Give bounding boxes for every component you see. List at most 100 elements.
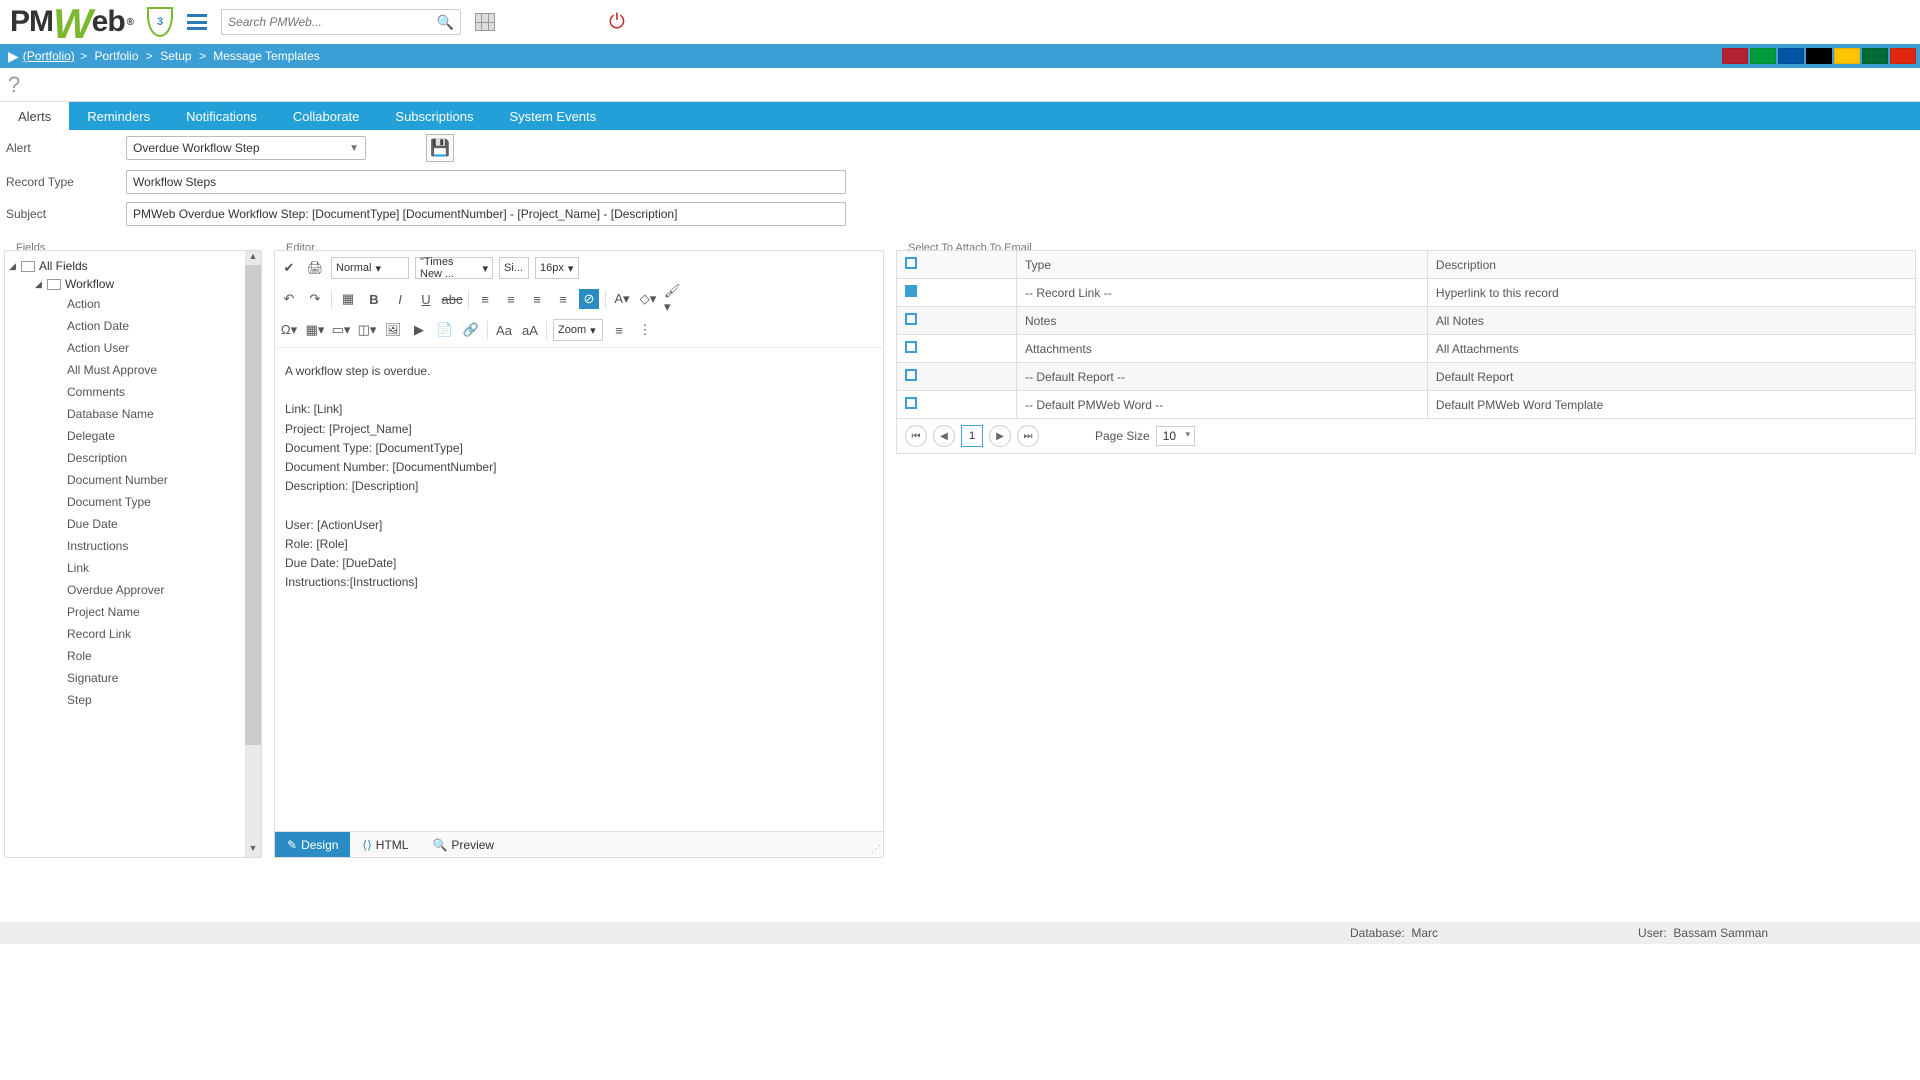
attach-checkbox[interactable]: [905, 341, 917, 353]
tree-scrollbar[interactable]: ▲ ▼: [245, 251, 261, 857]
scroll-down-icon[interactable]: ▼: [245, 843, 261, 857]
flag-0[interactable]: [1722, 48, 1748, 64]
font-color-icon[interactable]: A▾: [612, 289, 632, 309]
document-icon[interactable]: 📄: [435, 320, 455, 340]
redo-icon[interactable]: ↷: [305, 289, 325, 309]
collapse-icon[interactable]: ◢: [9, 261, 19, 272]
ordered-list-icon[interactable]: ≡: [609, 320, 629, 340]
field-action[interactable]: Action: [9, 293, 257, 315]
tab-collaborate[interactable]: Collaborate: [275, 102, 378, 130]
pager-next[interactable]: ▶: [989, 425, 1011, 447]
field-document-number[interactable]: Document Number: [9, 469, 257, 491]
italic-icon[interactable]: I: [390, 289, 410, 309]
field-record-link[interactable]: Record Link: [9, 623, 257, 645]
scroll-thumb[interactable]: [245, 265, 261, 745]
breadcrumb-item-0[interactable]: Portfolio: [94, 49, 138, 63]
media-icon[interactable]: ▶: [409, 320, 429, 340]
attach-checkbox[interactable]: [905, 285, 917, 297]
attach-checkbox[interactable]: [905, 313, 917, 325]
align-justify-icon[interactable]: ≡: [553, 289, 573, 309]
col-type[interactable]: Type: [1017, 251, 1428, 279]
alert-dropdown[interactable]: Overdue Workflow Step ▼: [126, 136, 366, 160]
menu-icon[interactable]: [187, 14, 207, 30]
tab-system-events[interactable]: System Events: [491, 102, 614, 130]
tab-reminders[interactable]: Reminders: [69, 102, 168, 130]
flag-5[interactable]: [1862, 48, 1888, 64]
shield-badge[interactable]: 3: [147, 7, 173, 37]
tree-root[interactable]: ◢ All Fields: [9, 257, 257, 275]
collapse-icon[interactable]: ◢: [35, 279, 45, 290]
design-tab[interactable]: ✎Design: [275, 832, 350, 857]
field-project-name[interactable]: Project Name: [9, 601, 257, 623]
spellcheck-icon[interactable]: ✔: [279, 258, 299, 278]
breadcrumb-root[interactable]: (Portfolio): [23, 49, 75, 63]
search-icon[interactable]: 🔍: [437, 14, 454, 31]
field-description[interactable]: Description: [9, 447, 257, 469]
tab-subscriptions[interactable]: Subscriptions: [377, 102, 491, 130]
field-signature[interactable]: Signature: [9, 667, 257, 689]
field-database-name[interactable]: Database Name: [9, 403, 257, 425]
symbol-icon[interactable]: Ω▾: [279, 320, 299, 340]
case-lower-icon[interactable]: aA: [520, 320, 540, 340]
link-icon[interactable]: 🔗: [461, 320, 481, 340]
field-due-date[interactable]: Due Date: [9, 513, 257, 535]
field-all-must-approve[interactable]: All Must Approve: [9, 359, 257, 381]
paragraph-style-select[interactable]: Normal▾: [331, 257, 409, 279]
border-icon[interactable]: ▭▾: [331, 320, 351, 340]
align-right-icon[interactable]: ≡: [527, 289, 547, 309]
pager-first[interactable]: ⏮: [905, 425, 927, 447]
table-icon[interactable]: ▦▾: [305, 320, 325, 340]
field-step[interactable]: Step: [9, 689, 257, 711]
field-action-user[interactable]: Action User: [9, 337, 257, 359]
image-icon[interactable]: 🖼: [383, 320, 403, 340]
field-overdue-approver[interactable]: Overdue Approver: [9, 579, 257, 601]
editor-body[interactable]: A workflow step is overdue. Link: [Link]…: [275, 348, 883, 606]
resize-handle-icon[interactable]: ⋰: [871, 844, 881, 855]
bold-icon[interactable]: B: [364, 289, 384, 309]
flag-6[interactable]: [1890, 48, 1916, 64]
font-realsize-select[interactable]: Si...: [499, 257, 529, 279]
save-button[interactable]: 💾: [426, 134, 454, 162]
flag-4[interactable]: [1834, 48, 1860, 64]
unordered-list-icon[interactable]: ⋮: [635, 320, 655, 340]
power-icon[interactable]: ⏻: [609, 11, 625, 34]
module-icon[interactable]: ◫▾: [357, 320, 377, 340]
subject-field[interactable]: PMWeb Overdue Workflow Step: [DocumentTy…: [126, 202, 846, 226]
help-icon[interactable]: ?: [8, 72, 20, 98]
breadcrumb-item-1[interactable]: Setup: [160, 49, 191, 63]
field-comments[interactable]: Comments: [9, 381, 257, 403]
field-document-type[interactable]: Document Type: [9, 491, 257, 513]
case-upper-icon[interactable]: Aa: [494, 320, 514, 340]
flag-3[interactable]: [1806, 48, 1832, 64]
strikethrough-icon[interactable]: abc: [442, 289, 462, 309]
page-size-select[interactable]: 10: [1156, 426, 1195, 446]
search-box[interactable]: 🔍: [221, 9, 461, 35]
tab-alerts[interactable]: Alerts: [0, 102, 69, 130]
scroll-up-icon[interactable]: ▲: [245, 251, 261, 265]
print-icon[interactable]: 🖨: [305, 258, 325, 278]
html-tab[interactable]: ⟨⟩HTML: [350, 832, 420, 857]
format-paint-icon[interactable]: 🖌▾: [664, 289, 684, 309]
pager-last[interactable]: ⏭: [1017, 425, 1039, 447]
font-size-select[interactable]: 16px▾: [535, 257, 579, 279]
underline-icon[interactable]: U: [416, 289, 436, 309]
highlight-icon[interactable]: ◇▾: [638, 289, 658, 309]
preview-tab[interactable]: 🔍Preview: [420, 832, 506, 857]
font-family-select[interactable]: "Times New ...▾: [415, 257, 493, 279]
select-all-checkbox[interactable]: [905, 257, 917, 269]
select-all-icon[interactable]: ▦: [338, 289, 358, 309]
flag-1[interactable]: [1750, 48, 1776, 64]
attach-checkbox[interactable]: [905, 369, 917, 381]
field-delegate[interactable]: Delegate: [9, 425, 257, 447]
remove-align-icon[interactable]: ⊘: [579, 289, 599, 309]
align-center-icon[interactable]: ≡: [501, 289, 521, 309]
search-input[interactable]: [228, 15, 437, 29]
attach-checkbox[interactable]: [905, 397, 917, 409]
field-action-date[interactable]: Action Date: [9, 315, 257, 337]
breadcrumb-item-2[interactable]: Message Templates: [213, 49, 320, 63]
undo-icon[interactable]: ↶: [279, 289, 299, 309]
apps-grid-icon[interactable]: [475, 13, 495, 31]
tab-notifications[interactable]: Notifications: [168, 102, 275, 130]
field-link[interactable]: Link: [9, 557, 257, 579]
record-type-field[interactable]: Workflow Steps: [126, 170, 846, 194]
